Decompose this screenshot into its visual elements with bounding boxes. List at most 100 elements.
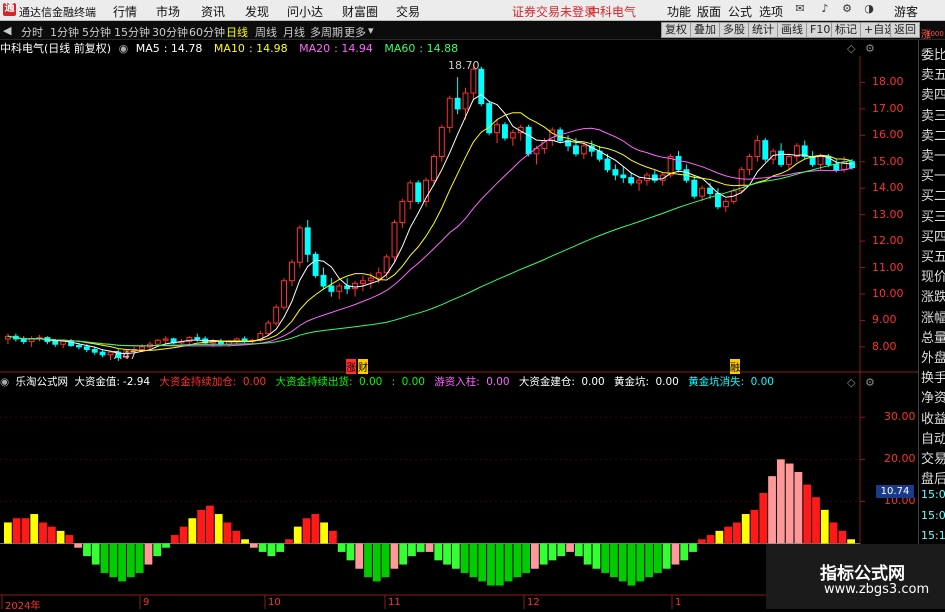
side-panel-item[interactable]: 净资 <box>921 387 945 406</box>
indicator-tick-label: 30.00 <box>884 410 916 424</box>
ma5-line <box>7 93 853 355</box>
indicator-item: 黄金坑: 0.00 <box>614 376 679 388</box>
indicator-bar <box>522 543 531 573</box>
side-panel-item[interactable]: 自动 <box>921 428 945 447</box>
event-tag-rong[interactable]: 融 <box>730 359 740 374</box>
indicator-bar <box>381 543 390 578</box>
date-label: 1 <box>675 597 682 608</box>
watermark-url: www.zbgs3.com <box>824 582 930 597</box>
candle-body <box>494 124 501 134</box>
chart-menu-icon[interactable]: ◇ <box>847 42 855 55</box>
candle-body <box>75 345 82 348</box>
indicator-bar <box>170 535 179 544</box>
indicator-bar <box>302 518 311 544</box>
side-panel-item[interactable]: 盘后 <box>921 468 945 487</box>
candle-body <box>288 261 295 282</box>
candle-body <box>312 253 319 276</box>
indicator-bar <box>504 543 513 582</box>
indicator-bar <box>47 526 56 544</box>
side-panel-item[interactable]: 收益 <box>921 408 945 427</box>
side-panel-item[interactable]: 涨跌 <box>921 286 945 305</box>
side-panel-item[interactable]: 15:13 <box>921 529 945 542</box>
indicator-bar <box>478 543 487 582</box>
indicator-bar <box>232 530 241 544</box>
candle-body <box>707 187 714 194</box>
indicator-bar <box>109 543 118 578</box>
event-tag-cai[interactable]: 财 <box>358 359 368 374</box>
indicator-bar <box>715 530 724 544</box>
side-panel-item[interactable]: 买一 <box>921 165 945 184</box>
indicator-bar <box>601 543 610 573</box>
side-panel-item[interactable]: 卖三 <box>921 105 945 124</box>
ma20-line <box>7 127 853 347</box>
side-panel-item[interactable]: 买四 <box>921 226 945 245</box>
side-panel-item[interactable]: 卖四 <box>921 84 945 103</box>
side-panel-item[interactable]: 卖二 <box>921 125 945 144</box>
side-panel-item[interactable]: 交易 <box>921 448 945 467</box>
indicator-bar <box>346 543 355 561</box>
side-panel-item[interactable]: 15:06 <box>921 509 945 522</box>
date-label: 11 <box>388 597 401 608</box>
indicator-options-icon[interactable]: ⚙ <box>865 376 875 389</box>
candle-body <box>154 339 161 345</box>
price-tick-label: 10.00 <box>872 286 904 300</box>
indicator-bar <box>311 514 320 544</box>
candle-body <box>99 351 106 356</box>
side-panel-item[interactable]: 外盘 <box>921 347 945 366</box>
indicator-bar <box>241 539 249 544</box>
candle-body <box>52 341 59 345</box>
ma60-line <box>7 159 853 347</box>
side-panel-item[interactable]: 现价 <box>921 266 945 285</box>
indicator-bar <box>320 522 328 544</box>
price-tick-label: 11.00 <box>872 260 904 274</box>
side-panel-item[interactable]: 涨幅 <box>921 307 945 326</box>
event-tag-zhang[interactable]: 涨 <box>346 359 356 374</box>
candle-body <box>328 285 335 292</box>
side-panel-item[interactable]: 买三 <box>921 206 945 225</box>
indicator-bar <box>30 514 39 544</box>
side-panel-item[interactable]: 买五 <box>921 246 945 265</box>
candle-body <box>430 155 437 181</box>
indicator-bar <box>65 535 74 544</box>
indicator-bar <box>531 543 539 569</box>
indicator-bar <box>416 543 425 552</box>
candle-body <box>367 277 374 282</box>
indicator-bar <box>680 543 689 561</box>
side-panel-item[interactable]: 总量 <box>921 327 945 346</box>
candle-body <box>281 280 288 308</box>
chart-options-icon[interactable]: ⚙ <box>865 42 875 55</box>
indicator-bar <box>100 543 109 573</box>
side-panel-item[interactable]: 买二 <box>921 185 945 204</box>
indicator-bar <box>741 514 750 544</box>
candle-body <box>359 280 366 284</box>
indicator-item: 大资金值: -2.94 <box>74 376 151 388</box>
indicator-bar <box>328 530 337 544</box>
side-panel-item[interactable]: 卖五 <box>921 64 945 83</box>
candle-body <box>60 341 67 345</box>
price-chart[interactable] <box>0 0 918 609</box>
quote-side-panel: 涨 委比 卖五 卖四 卖三 卖二 卖一 买一 买二 买三 买四 买五 现价 涨跌 涨幅 总量 外盘 换手 净资 收益… <box>918 30 945 609</box>
indicator-settings-icon[interactable]: ◉ <box>0 376 9 388</box>
indicator-bar <box>627 543 636 586</box>
candle-body <box>699 187 706 197</box>
indicator-bar <box>223 522 232 544</box>
side-panel-item[interactable]: 委比 <box>921 44 945 63</box>
indicator-bar <box>188 518 197 544</box>
indicator-bar <box>153 543 162 557</box>
indicator-bar <box>39 522 47 544</box>
candle-body <box>509 132 516 139</box>
candle-body <box>273 306 280 324</box>
indicator-bar <box>364 543 372 578</box>
indicator-bar <box>566 543 574 552</box>
indicator-bar <box>4 522 12 544</box>
candle-body <box>572 145 579 155</box>
indicator-bar <box>724 526 733 544</box>
side-panel-item[interactable]: 换手 <box>921 367 945 386</box>
candle-body <box>722 200 729 208</box>
indicator-bar <box>812 497 820 544</box>
side-panel-item[interactable]: 15:00 <box>921 488 945 501</box>
price-tick-label: 17.00 <box>872 101 904 115</box>
indicator-bar <box>258 543 267 552</box>
indicator-bar <box>425 543 434 552</box>
side-panel-item[interactable]: 卖一 <box>921 145 945 164</box>
